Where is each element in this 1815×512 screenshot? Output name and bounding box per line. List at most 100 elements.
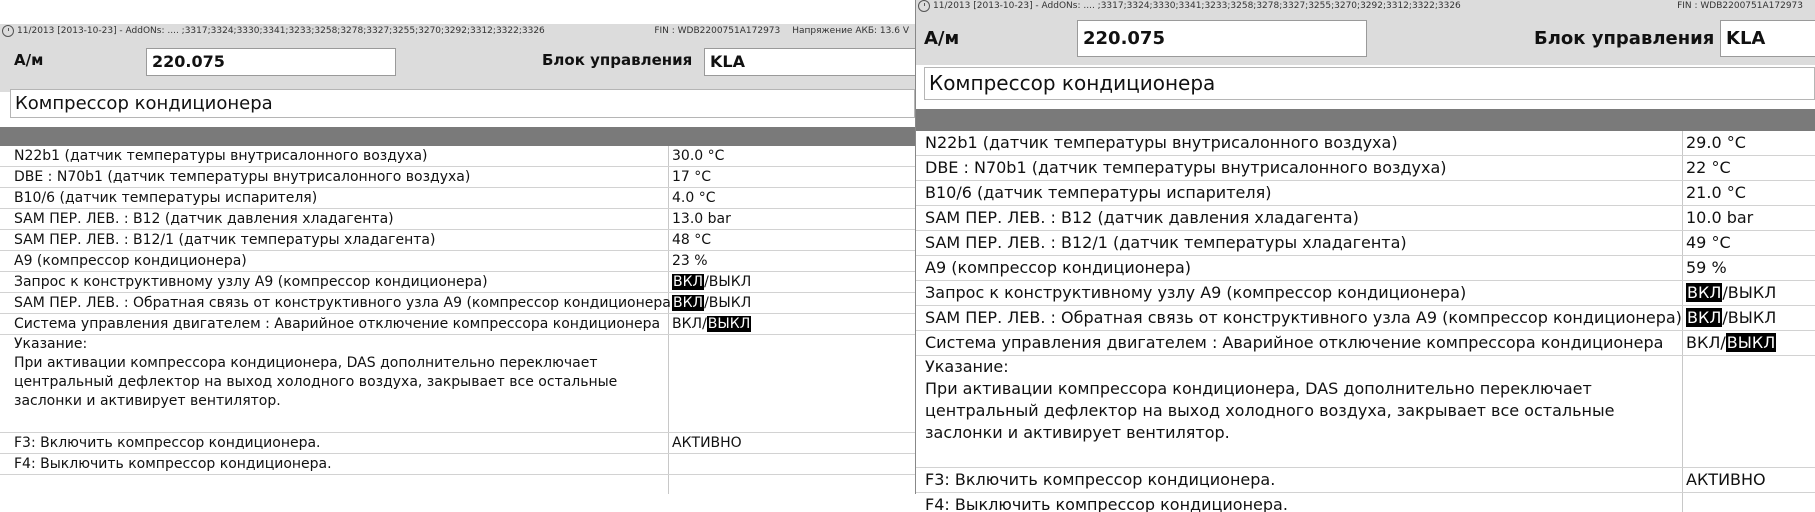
software-version-addons: 11/2013 [2013-10-23] - AddONs: .... ;331…: [17, 26, 545, 36]
parameter-value: 49 °C: [1686, 233, 1731, 252]
state-separator: /: [1720, 333, 1726, 352]
vehicle-header: А/м 220.075 Блок управления KLA: [916, 12, 1815, 65]
vehicle-label: А/м: [14, 51, 44, 69]
parameter-value: ВКЛ/ВЫКЛ: [672, 293, 751, 313]
table-row: A9 (компрессор кондиционера) 59 %: [916, 256, 1815, 281]
parameter-value: 21.0 °C: [1686, 183, 1746, 202]
table-row: SAM ПЕР. ЛЕВ. : Обратная связь от констр…: [0, 293, 915, 314]
control-unit-field: KLA: [1720, 20, 1815, 57]
parameter-value: ВКЛ/ВЫКЛ: [1686, 331, 1777, 355]
parameter-label: SAM ПЕР. ЛЕВ. : Обратная связь от констр…: [925, 308, 1682, 327]
vehicle-model-field: 220.075: [1077, 20, 1367, 57]
status-bar: 11/2013 [2013-10-23] - AddONs: .... ;331…: [0, 24, 915, 38]
actual-values-list: N22b1 (датчик температуры внутрисалонног…: [916, 131, 1815, 512]
table-row: A9 (компрессор кондиционера) 23 %: [0, 251, 915, 272]
left-screen-panel: 11/2013 [2013-10-23] - AddONs: .... ;331…: [0, 0, 916, 494]
mercedes-logo-icon: [2, 25, 14, 37]
state-off: ВЫКЛ: [708, 295, 752, 311]
function-label: F4: Выключить компрессор кондиционера.: [925, 495, 1288, 512]
parameter-label: SAM ПЕР. ЛЕВ. : Обратная связь от констр…: [14, 295, 677, 311]
state-off: ВЫКЛ: [1727, 283, 1777, 302]
parameter-value: 22 °C: [1686, 158, 1731, 177]
parameter-label: B10/6 (датчик температуры испарителя): [14, 190, 318, 206]
control-unit-label: Блок управления: [542, 51, 693, 69]
table-row: N22b1 (датчик температуры внутрисалонног…: [0, 146, 915, 167]
parameter-value: 10.0 bar: [1686, 208, 1754, 227]
parameter-label: Запрос к конструктивному узлу A9 (компре…: [925, 283, 1467, 302]
table-row: DBE : N70b1 (датчик температуры внутриса…: [0, 167, 915, 188]
parameter-value: 29.0 °C: [1686, 133, 1746, 152]
note-text: При активации компрессора кондиционера, …: [925, 379, 1615, 442]
parameter-label: B10/6 (датчик температуры испарителя): [925, 183, 1272, 202]
state-on: ВКЛ: [1686, 283, 1723, 302]
state-on: ВКЛ: [672, 316, 703, 332]
parameter-label: N22b1 (датчик температуры внутрисалонног…: [14, 148, 428, 164]
parameter-label: SAM ПЕР. ЛЕВ. : B12 (датчик давления хла…: [925, 208, 1359, 227]
parameter-value: 23 %: [672, 253, 708, 269]
parameter-value: ВКЛ/ВЫКЛ: [1686, 306, 1776, 330]
note-heading: Указание:: [14, 336, 88, 352]
parameter-value: 13.0 bar: [672, 211, 731, 227]
parameter-label: Система управления двигателем : Аварийно…: [925, 333, 1664, 352]
table-row: SAM ПЕР. ЛЕВ. : B12 (датчик давления хла…: [916, 206, 1815, 231]
page-title: Компрессор кондиционера: [924, 67, 1815, 100]
function-status: АКТИВНО: [1686, 470, 1766, 489]
function-row-f3: F3: Включить компрессор кондиционера. АКТ…: [0, 433, 915, 454]
parameter-value: 48 °C: [672, 232, 712, 248]
fin-number: FIN : WDB2200751A172973: [654, 26, 781, 36]
parameter-label: N22b1 (датчик температуры внутрисалонног…: [925, 133, 1398, 152]
function-label: F4: Выключить компрессор кондиционера.: [14, 456, 332, 472]
mercedes-logo-icon: [918, 0, 930, 12]
table-row: SAM ПЕР. ЛЕВ. : B12 (датчик давления хла…: [0, 209, 915, 230]
function-label: F3: Включить компрессор кондиционера.: [925, 470, 1276, 489]
state-on: ВКЛ: [672, 274, 705, 290]
actual-values-list: N22b1 (датчик температуры внутрисалонног…: [0, 146, 915, 494]
parameter-label: SAM ПЕР. ЛЕВ. : B12 (датчик давления хла…: [14, 211, 394, 227]
note-block: Указание: При активации компрессора конди…: [0, 335, 915, 433]
section-header-bar: [916, 109, 1815, 131]
vehicle-header: А/м 220.075 Блок управления KLA: [0, 38, 915, 92]
state-on: ВКЛ: [1686, 308, 1723, 327]
right-screen-panel: 11/2013 [2013-10-23] - AddONs: .... ;331…: [916, 0, 1815, 512]
software-version-addons: 11/2013 [2013-10-23] - AddONs: .... ;331…: [933, 1, 1461, 11]
note-heading: Указание:: [925, 357, 1009, 376]
parameter-value: ВКЛ/ВЫКЛ: [672, 314, 752, 334]
table-row: SAM ПЕР. ЛЕВ. : B12/1 (датчик температур…: [916, 231, 1815, 256]
note-text: При активации компрессора кондиционера, …: [14, 355, 618, 409]
note-content: Указание: При активации компрессора конди…: [14, 335, 669, 411]
state-on: ВКЛ: [672, 295, 705, 311]
note-block: Указание: При активации компрессора конди…: [916, 356, 1815, 468]
control-unit-field: KLA: [704, 48, 915, 76]
state-off: ВЫКЛ: [708, 274, 752, 290]
table-row: SAM ПЕР. ЛЕВ. : B12/1 (датчик температур…: [0, 230, 915, 251]
fin-number: FIN : WDB2200751A172973: [1677, 1, 1803, 11]
table-row: Система управления двигателем : Аварийно…: [0, 314, 915, 335]
state-on: ВКЛ: [1686, 333, 1721, 352]
note-content: Указание: При активации компрессора конди…: [925, 356, 1680, 444]
parameter-label: DBE : N70b1 (датчик температуры внутриса…: [925, 158, 1447, 177]
parameter-value: 30.0 °C: [672, 148, 725, 164]
page-title: Компрессор кондиционера: [10, 89, 915, 118]
table-row: B10/6 (датчик температуры испарителя) 4.0…: [0, 188, 915, 209]
parameter-value: 59 %: [1686, 258, 1727, 277]
function-row-f4: F4: Выключить компрессор кондиционера.: [0, 454, 915, 475]
status-bar: 11/2013 [2013-10-23] - AddONs: .... ;331…: [916, 0, 1815, 12]
parameter-label: Система управления двигателем : Аварийно…: [14, 316, 661, 332]
parameter-value: ВКЛ/ВЫКЛ: [672, 272, 751, 292]
vehicle-model-field: 220.075: [146, 48, 396, 76]
parameter-label: Запрос к конструктивному узлу A9 (компре…: [14, 274, 488, 290]
state-off: ВЫКЛ: [706, 316, 752, 332]
table-row: Запрос к конструктивному узлу A9 (компре…: [0, 272, 915, 293]
function-label: F3: Включить компрессор кондиционера.: [14, 435, 321, 451]
function-row-f3: F3: Включить компрессор кондиционера. АКТ…: [916, 468, 1815, 493]
state-off: ВЫКЛ: [1727, 308, 1777, 327]
parameter-value: 4.0 °C: [672, 190, 716, 206]
table-row: Система управления двигателем : Аварийно…: [916, 331, 1815, 356]
vehicle-label: А/м: [924, 28, 960, 49]
battery-voltage: Напряжение АКБ: 13.6 V: [792, 26, 909, 36]
parameter-value: ВКЛ/ВЫКЛ: [1686, 281, 1776, 305]
control-unit-label: Блок управления: [1534, 28, 1715, 49]
table-row: N22b1 (датчик температуры внутрисалонног…: [916, 131, 1815, 156]
parameter-label: SAM ПЕР. ЛЕВ. : B12/1 (датчик температур…: [925, 233, 1407, 252]
parameter-label: SAM ПЕР. ЛЕВ. : B12/1 (датчик температур…: [14, 232, 436, 248]
